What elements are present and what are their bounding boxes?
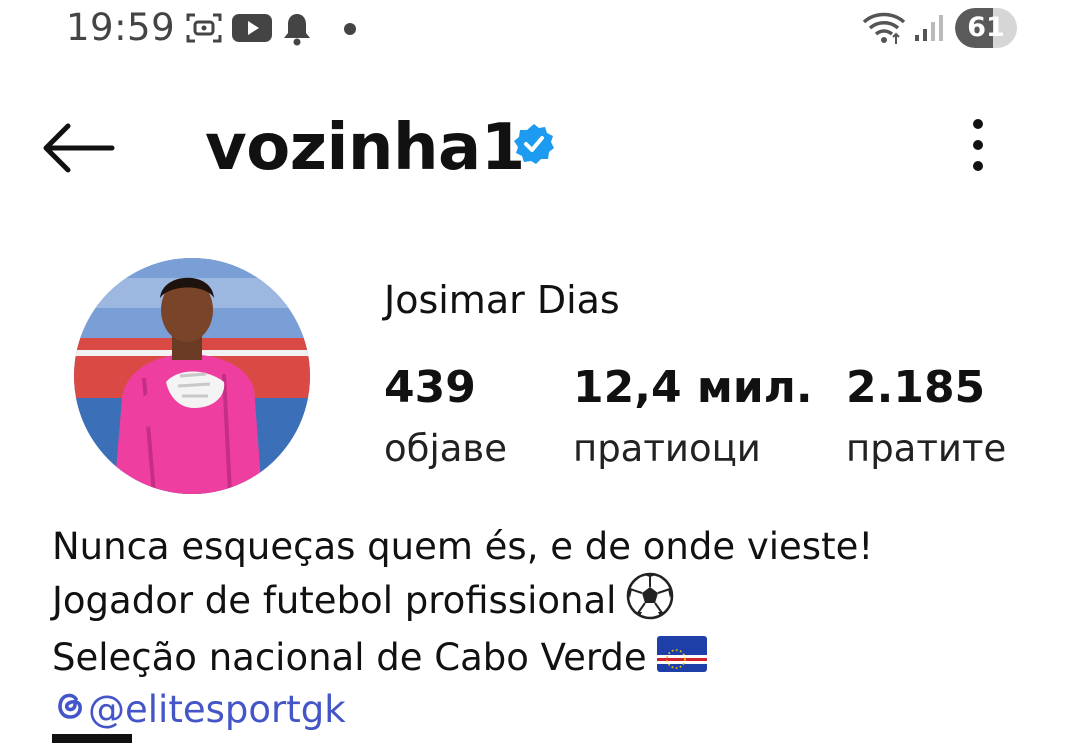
threads-link-text: @elitesportgk (88, 687, 346, 731)
battery-indicator: 61 (955, 8, 1017, 48)
followers-label: пратиоци (573, 427, 761, 470)
cape-verde-flag-icon (656, 635, 707, 685)
profile-username: vozinha1 (205, 111, 525, 185)
followers-stat[interactable]: 12,4 мил. пратиоци (573, 360, 813, 478)
verified-badge-icon (513, 123, 555, 169)
posts-stat[interactable]: 439 објаве (384, 360, 507, 478)
more-options-button[interactable] (956, 115, 1000, 179)
status-bar: 19:59 61 (0, 0, 1079, 60)
bio-line-2-text: Jogador de futebol profissional (52, 579, 617, 622)
posts-label: објаве (384, 427, 507, 470)
back-arrow-icon (43, 123, 115, 173)
following-count: 2.185 (846, 362, 986, 413)
bio-line-2: Jogador de futebol profissional (52, 572, 1052, 633)
bio-line-1-text: Nunca esqueças quem és, e de onde vieste… (52, 525, 874, 568)
dot-icon (343, 21, 357, 40)
following-label: пратите (846, 427, 1007, 470)
bio-line-1: Nunca esqueças quem és, e de onde vieste… (52, 522, 1052, 572)
youtube-icon (232, 14, 272, 46)
profile-full-name: Josimar Dias (384, 278, 620, 322)
posts-count: 439 (384, 362, 476, 413)
bio-line-3: Seleção nacional de Cabo Verde (52, 633, 1052, 685)
battery-level: 61 (967, 12, 1005, 43)
status-time: 19:59 (66, 6, 176, 49)
more-vertical-icon (973, 119, 983, 171)
bio-line-4: @elitesportgk (52, 685, 1052, 735)
bell-icon (282, 12, 312, 50)
followers-count: 12,4 мил. (573, 362, 813, 413)
threads-profile-link[interactable]: @elitesportgk (52, 685, 346, 735)
profile-bio: Nunca esqueças quem és, e de onde vieste… (52, 522, 1052, 735)
threads-icon (52, 685, 86, 735)
profile-avatar[interactable] (74, 258, 310, 494)
wifi-icon (862, 10, 906, 50)
back-button[interactable] (38, 118, 116, 178)
signal-icon (913, 13, 945, 47)
truncated-text-line (52, 734, 132, 743)
soccer-ball-icon (626, 572, 674, 633)
screen-record-icon (186, 12, 222, 48)
following-stat[interactable]: 2.185 пратите (846, 360, 1006, 478)
bio-line-3-text: Seleção nacional de Cabo Verde (52, 636, 647, 679)
